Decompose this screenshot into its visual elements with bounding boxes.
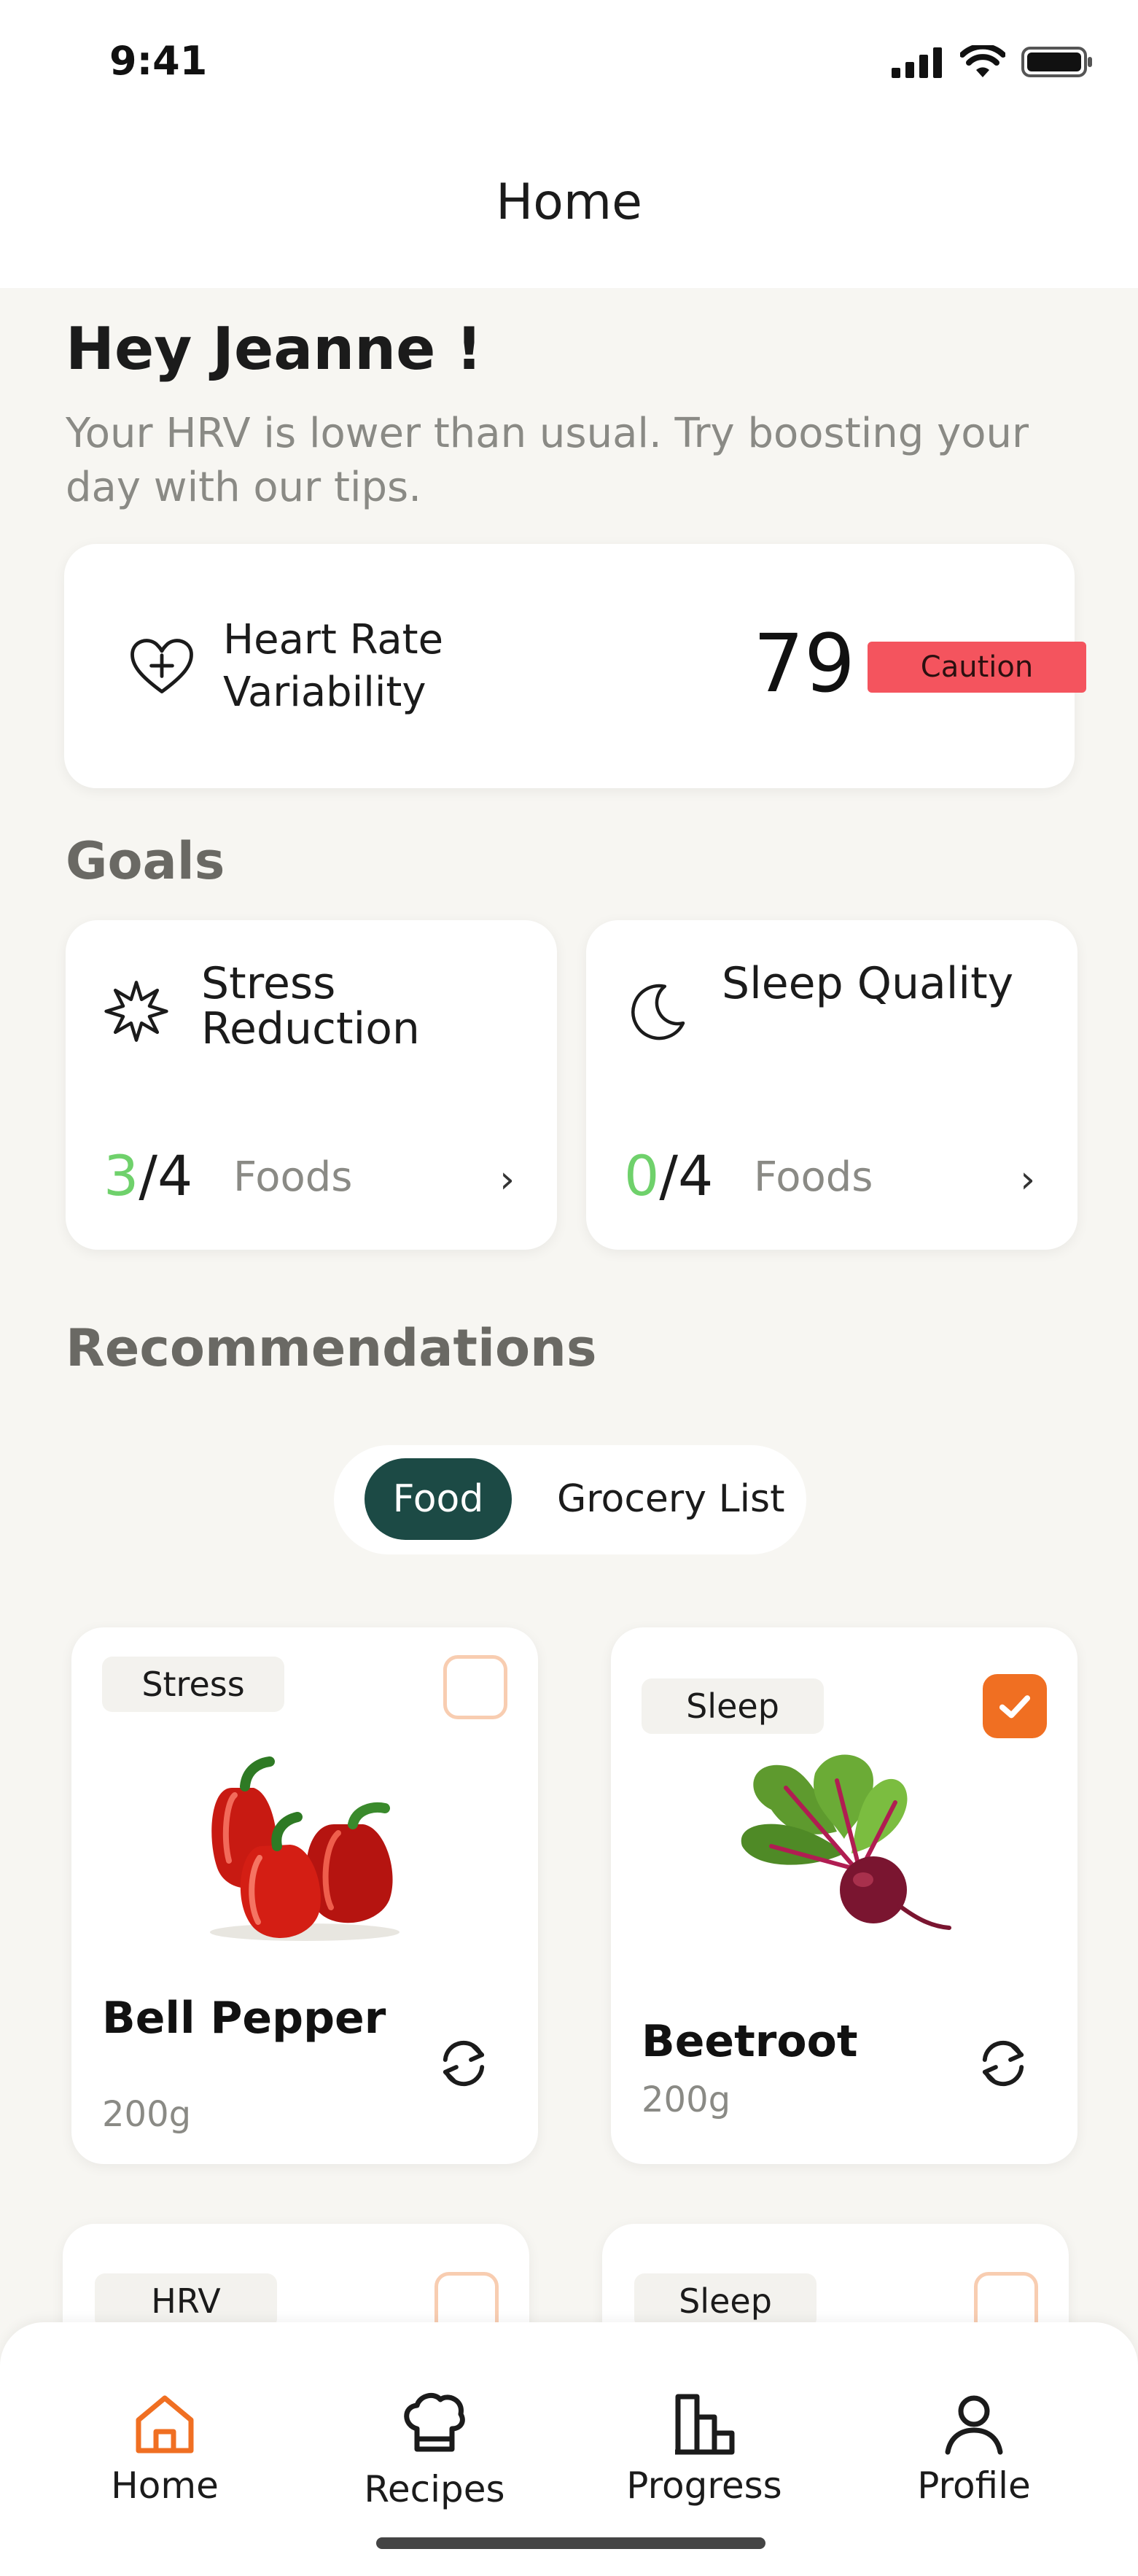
heart-plus-icon xyxy=(130,639,193,693)
bell-pepper-image xyxy=(210,1756,400,1941)
food-weight: 200g xyxy=(102,2094,192,2135)
food-card-bell-pepper[interactable]: Stress Bell Pepper 200g xyxy=(71,1627,538,2164)
goal-progress: 0/4 xyxy=(624,1143,713,1208)
beetroot-image xyxy=(741,1754,951,1930)
goal-done-count: 0 xyxy=(624,1143,660,1208)
tab-food[interactable]: Food xyxy=(365,1458,512,1540)
wifi-icon xyxy=(960,45,1005,77)
chevron-right-icon[interactable]: › xyxy=(499,1158,515,1202)
hrv-label: Heart Rate Variability xyxy=(223,616,444,716)
bar-chart-icon xyxy=(675,2394,735,2455)
recommendations-title: Recommendations xyxy=(66,1318,597,1378)
home-indicator xyxy=(376,2537,765,2549)
goals-title: Goals xyxy=(66,831,225,891)
greeting-title: Hey Jeanne ! xyxy=(66,315,483,383)
tab-label: Recipes xyxy=(364,2468,505,2510)
hrv-card[interactable]: Heart Rate Variability 79 Caution xyxy=(64,544,1086,788)
tab-label: Home xyxy=(111,2464,219,2507)
tab-profile[interactable]: Profile xyxy=(865,2322,1083,2507)
goal-unit: Foods xyxy=(754,1153,873,1201)
food-checkbox[interactable] xyxy=(443,1655,507,1719)
tab-progress[interactable]: Progress xyxy=(595,2322,814,2507)
chevron-right-icon[interactable]: › xyxy=(1020,1158,1035,1202)
greeting-subtitle: Your HRV is lower than usual. Try boosti… xyxy=(66,410,1029,511)
goal-total-count: /4 xyxy=(659,1143,714,1208)
tab-label: Progress xyxy=(626,2464,782,2507)
food-checkbox-checked[interactable] xyxy=(983,1674,1047,1738)
chef-hat-icon xyxy=(404,2392,465,2452)
hrv-value: 79 xyxy=(753,617,855,710)
battery-icon xyxy=(1021,47,1092,77)
goal-card-stress[interactable]: Stress Reduction 3/4 Foods › xyxy=(66,920,557,1250)
tab-grocery-list[interactable]: Grocery List xyxy=(557,1458,785,1540)
food-tag: HRV xyxy=(95,2273,277,2329)
status-icons xyxy=(892,45,1094,79)
food-weight: 200g xyxy=(642,2079,731,2120)
goal-done-count: 3 xyxy=(104,1143,139,1208)
tab-home[interactable]: Home xyxy=(55,2322,274,2507)
food-tag: Sleep xyxy=(642,1678,824,1734)
goal-unit: Foods xyxy=(233,1153,353,1201)
food-tag: Stress xyxy=(102,1657,284,1712)
goal-title: Sleep Quality xyxy=(722,958,1014,1009)
tab-label: Profile xyxy=(917,2464,1031,2507)
status-bar: 9:41 xyxy=(0,0,1138,131)
food-tag: Sleep xyxy=(634,2273,817,2329)
page-title: Home xyxy=(496,174,642,231)
status-time: 9:41 xyxy=(109,38,208,84)
signal-icon xyxy=(892,47,942,78)
goal-total-count: /4 xyxy=(139,1143,193,1208)
refresh-icon[interactable] xyxy=(973,2033,1034,2094)
status-badge: Caution xyxy=(868,642,1086,693)
recommendation-toggle: Food Grocery List xyxy=(334,1445,806,1554)
refresh-icon[interactable] xyxy=(433,2033,494,2094)
goal-progress: 3/4 xyxy=(104,1143,192,1208)
food-card-beetroot[interactable]: Sleep Beetroot 200g xyxy=(611,1627,1077,2164)
goal-title: Stress Reduction xyxy=(201,958,420,1054)
home-icon xyxy=(136,2395,194,2454)
goal-card-sleep[interactable]: Sleep Quality 0/4 Foods › xyxy=(586,920,1077,1250)
burst-icon xyxy=(104,981,168,1042)
user-icon xyxy=(945,2395,1003,2455)
food-name: Beetroot xyxy=(642,2016,858,2067)
checkmark-icon xyxy=(999,1695,1031,1719)
tab-recipes[interactable]: Recipes xyxy=(325,2322,544,2510)
food-name: Bell Pepper xyxy=(102,1993,386,2044)
moon-icon xyxy=(631,984,685,1040)
